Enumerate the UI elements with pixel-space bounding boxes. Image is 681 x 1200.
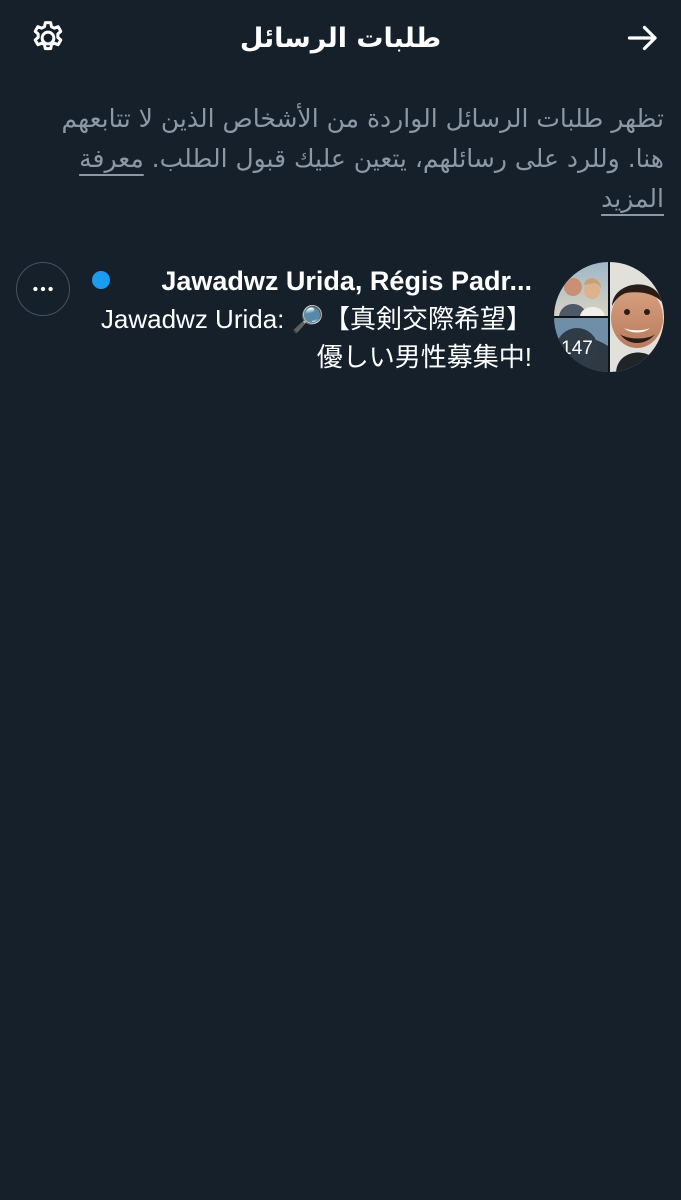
more-options-button[interactable] (16, 262, 70, 316)
message-request-row[interactable]: 147 Jawadwz Urida, Régis Padr... Jawadwz… (0, 250, 681, 384)
more-horizontal-icon (33, 286, 53, 292)
message-requests-description: تظهر طلبات الرسائل الواردة من الأشخاص ال… (18, 99, 664, 219)
avatar-group: 147 (554, 262, 664, 372)
participant-count-badge: 147 (556, 328, 598, 370)
sender-names: Jawadwz Urida, Régis Padr... (161, 266, 532, 296)
arrow-right-icon (627, 25, 657, 51)
page-title: طلبات الرسائل (239, 23, 442, 54)
message-preview-text: Jawadwz Urida: 🔎【真剣交際希望】優しい男性募集中! (100, 304, 532, 372)
description-text: تظهر طلبات الرسائل الواردة من الأشخاص ال… (61, 104, 664, 173)
settings-button[interactable] (28, 18, 68, 58)
back-button[interactable] (623, 18, 663, 58)
unread-indicator (92, 271, 110, 289)
message-preview: Jawadwz Urida: 🔎【真剣交際希望】優しい男性募集中! (90, 300, 532, 376)
header: طلبات الرسائل (0, 0, 681, 80)
gear-icon (33, 21, 63, 51)
sender-names-line: Jawadwz Urida, Régis Padr... (90, 262, 532, 300)
